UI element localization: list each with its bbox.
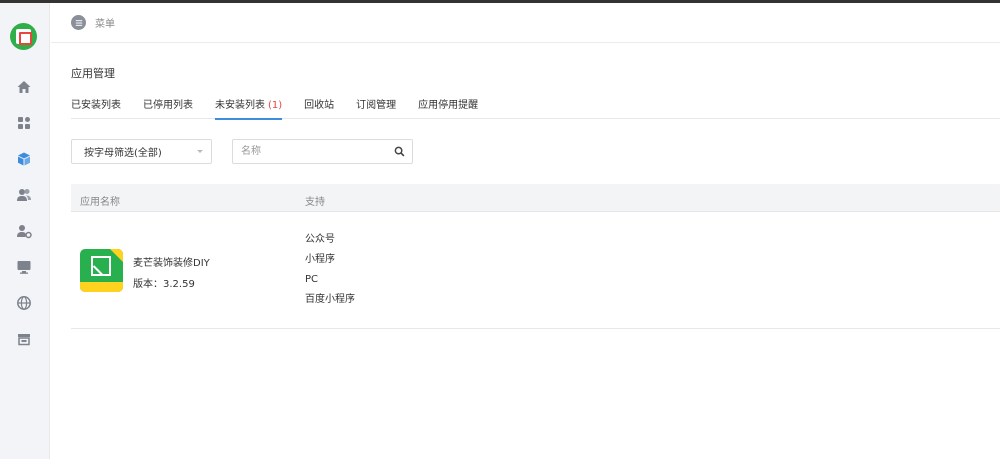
tab-bar: 已安装列表 已停用列表 未安装列表 (1) 回收站 订阅管理 应用停用提醒 (71, 92, 1000, 120)
search-box (232, 139, 413, 164)
search-icon[interactable] (394, 146, 405, 160)
search-input[interactable] (233, 140, 383, 163)
tab-label: 应用停用提醒 (418, 100, 479, 111)
support-item: PC (305, 274, 319, 285)
store-icon[interactable] (15, 330, 33, 348)
icon-band (80, 282, 123, 292)
top-header: 菜单 (51, 3, 1000, 43)
support-item: 小程序 (305, 254, 335, 265)
logo-mark (16, 29, 32, 45)
app-version: 版本：3.2.59 (133, 279, 195, 290)
table-header: 应用名称 支持 (71, 184, 1000, 212)
tab-label: 回收站 (304, 100, 335, 111)
monitor-icon[interactable] (15, 258, 33, 276)
column-header-app-name: 应用名称 (80, 197, 120, 208)
page-title: 应用管理 (71, 67, 115, 80)
apps-grid-icon[interactable] (15, 114, 33, 132)
tab-disabled[interactable]: 已停用列表 (143, 92, 193, 119)
menu-label[interactable]: 菜单 (95, 15, 115, 30)
users-icon[interactable] (15, 186, 33, 204)
tab-count-badge: (1) (268, 100, 283, 111)
tab-not-installed[interactable]: 未安装列表 (1) (215, 92, 283, 120)
tab-label: 已停用列表 (143, 100, 193, 111)
chevron-down-icon (197, 150, 203, 153)
support-item: 百度小程序 (305, 294, 355, 305)
house-icon (91, 256, 111, 276)
tab-label: 订阅管理 (356, 100, 397, 111)
letter-filter-value: 按字母筛选(全部) (84, 148, 162, 159)
home-icon[interactable] (15, 78, 33, 96)
tab-disable-reminder[interactable]: 应用停用提醒 (418, 92, 478, 119)
letter-filter-select[interactable]: 按字母筛选(全部) (71, 139, 212, 164)
tab-recycle-bin[interactable]: 回收站 (304, 92, 334, 119)
support-list: 公众号 小程序 PC 百度小程序 (305, 233, 355, 313)
support-item: 公众号 (305, 234, 335, 245)
sidebar (0, 3, 50, 459)
globe-icon[interactable] (15, 294, 33, 312)
app-name: 麦芒装饰装修DIY (133, 258, 210, 269)
app-logo[interactable] (10, 23, 37, 50)
tab-label: 已安装列表 (71, 100, 121, 111)
tab-subscriptions[interactable]: 订阅管理 (356, 92, 396, 119)
corner-ribbon (110, 249, 123, 262)
table-row[interactable]: 麦芒装饰装修DIY 版本：3.2.59 公众号 小程序 PC 百度小程序 (71, 213, 1000, 329)
tab-installed[interactable]: 已安装列表 (71, 92, 121, 119)
app-icon (80, 249, 123, 292)
user-settings-icon[interactable] (15, 222, 33, 240)
menu-icon[interactable] (71, 15, 86, 30)
app-store-icon[interactable] (15, 150, 33, 168)
column-header-support: 支持 (305, 197, 325, 208)
tab-label: 未安装列表 (215, 100, 265, 111)
